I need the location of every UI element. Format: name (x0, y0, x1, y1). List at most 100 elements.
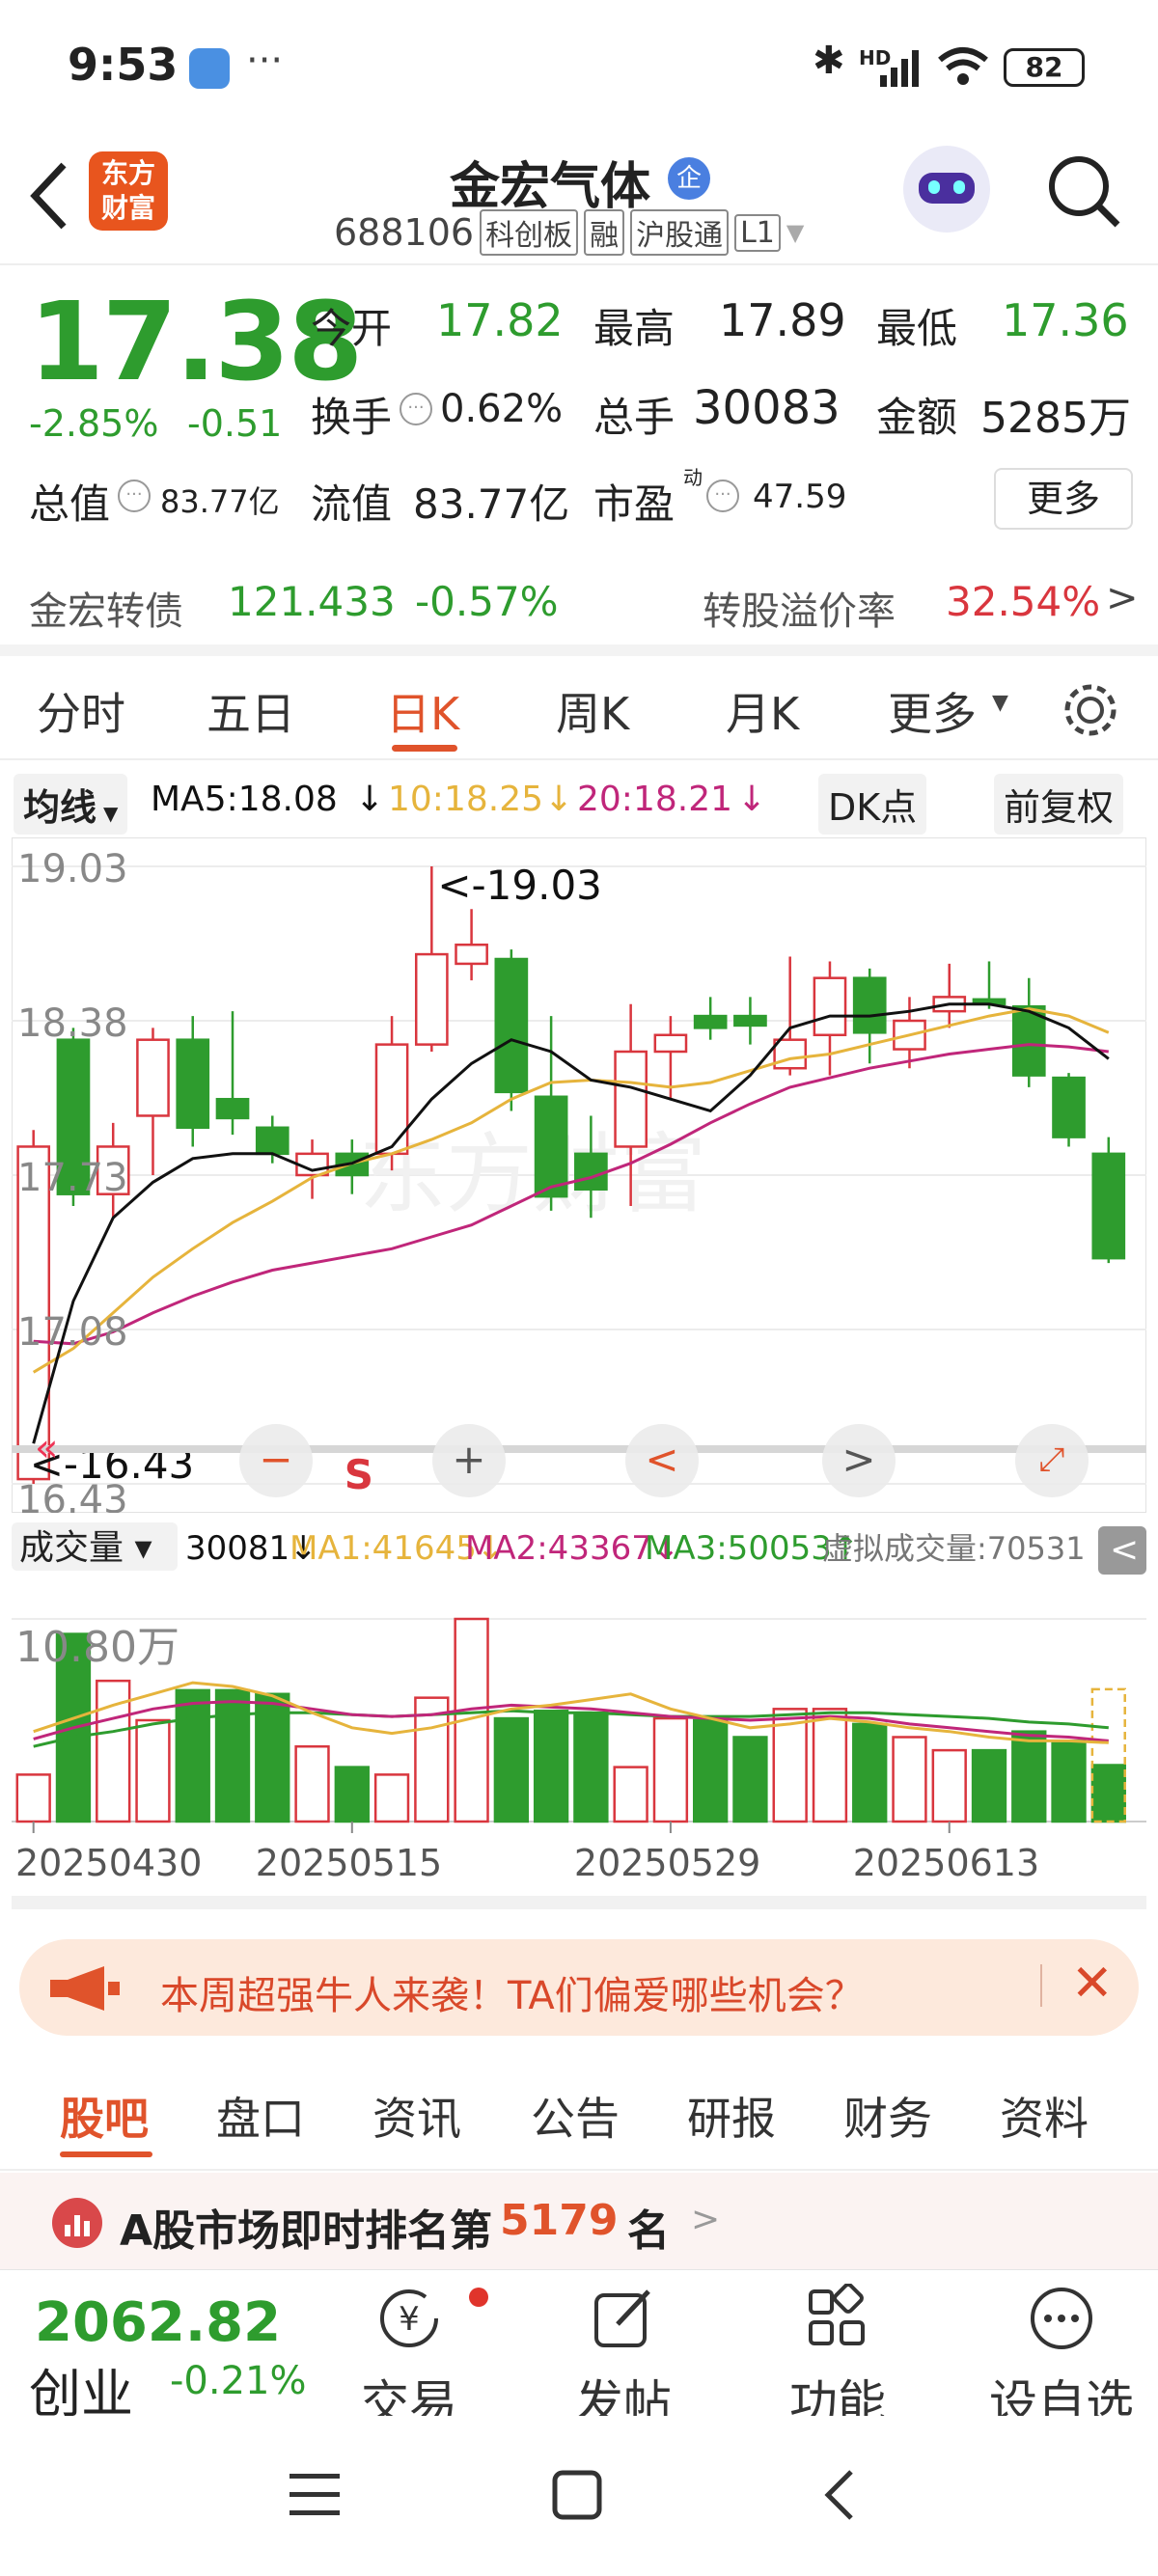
pe-dynamic-sup: 动 (683, 466, 703, 489)
tag-margin: 融 (584, 209, 625, 256)
date-axis-label: 20250430 (15, 1842, 202, 1884)
chevron-down-icon[interactable]: ▼ (786, 219, 804, 246)
tab-weekly-k[interactable]: 周K (556, 679, 629, 743)
turnover-label: 换手 (311, 394, 393, 441)
tab-more[interactable]: 更多 (888, 679, 977, 743)
app-notification-icon (189, 48, 230, 89)
scroll-right-button[interactable]: > (822, 1424, 896, 1497)
sell-signal-marker: S (345, 1451, 373, 1498)
menu-icon[interactable] (286, 2470, 344, 2520)
bluetooth-icon: ✱ (813, 39, 845, 83)
info-icon[interactable]: ··· (400, 393, 432, 425)
high-value: 17.89 (719, 294, 846, 346)
candle-down (1091, 1152, 1126, 1260)
fullscreen-icon[interactable]: ⤢ (1015, 1424, 1089, 1497)
virtual-volume: 虚拟成交量:70531 (822, 1530, 1086, 1567)
promo-banner[interactable]: 本周超强牛人来袭！TA们偏爱哪些机会？ ✕ (19, 1939, 1139, 2036)
ma-selector[interactable]: 均线 ▼ (14, 774, 128, 835)
tab-five-day[interactable]: 五日 (207, 679, 295, 743)
trade-button[interactable]: ¥ 交易 (332, 2270, 486, 2434)
high-marker: <-19.03 (437, 862, 602, 909)
tab-finance[interactable]: 财务 (843, 2084, 932, 2148)
home-icon[interactable] (550, 2468, 604, 2522)
change-percent: -2.85% (29, 402, 159, 445)
post-button[interactable]: 发帖 (546, 2270, 701, 2434)
tab-guba[interactable]: 股吧 (60, 2084, 149, 2148)
tab-news[interactable]: 资讯 (372, 2084, 461, 2148)
candle-down (176, 1038, 210, 1130)
ma10-value: 10:18.25 (388, 780, 543, 819)
adjust-button[interactable]: 前复权 (994, 774, 1124, 835)
down-arrow-icon: ↓ (355, 780, 385, 819)
chevron-right-icon[interactable]: > (1106, 576, 1139, 620)
volume-bar-up (652, 1716, 689, 1823)
tab-intraday[interactable]: 分时 (37, 679, 125, 743)
candle-up (374, 1043, 409, 1156)
add-favorite-icon (1031, 2288, 1092, 2349)
chart-left-double-arrow-icon[interactable]: « (35, 1426, 58, 1470)
add-favorite-button[interactable]: 设自选 (975, 2270, 1148, 2434)
close-icon[interactable]: ✕ (1071, 1955, 1114, 2013)
convertible-bond-row[interactable]: 金宏转债 121.433 -0.57% 转股溢价率 32.54% > (0, 555, 1158, 656)
volume-axis-label: 10.80万 (15, 1623, 179, 1672)
volume-bar-up (812, 1708, 848, 1823)
more-button[interactable]: 更多 (994, 468, 1133, 530)
tab-announcement[interactable]: 公告 (531, 2084, 620, 2148)
system-nav-bar (0, 2416, 1158, 2576)
tab-pankou[interactable]: 盘口 (216, 2084, 305, 2148)
bond-change: -0.57% (415, 578, 559, 625)
more-notifications-icon: ··· (246, 39, 284, 83)
chevron-down-icon: ▼ (96, 802, 119, 825)
float-cap-value: 83.77亿 (413, 480, 570, 528)
info-icon[interactable]: ··· (706, 480, 739, 512)
candle-up (136, 1038, 170, 1117)
chart-control-bar (12, 1445, 1146, 1453)
eastmoney-logo[interactable]: 东方财富 (89, 151, 168, 231)
content-tabs: 股吧 盘口 资讯 公告 研报 财务 资料 (0, 2055, 1158, 2171)
stock-name: 金宏气体 (450, 158, 651, 216)
candle-up (614, 1050, 648, 1148)
tab-research[interactable]: 研报 (687, 2084, 776, 2148)
grid-function-icon (809, 2283, 865, 2345)
price-axis-label: 19.03 (17, 847, 128, 891)
candle-down (494, 957, 529, 1094)
clock: 9:53 (68, 39, 179, 91)
back-arrow-icon[interactable] (25, 159, 73, 233)
tab-daily-k[interactable]: 日K (386, 679, 459, 743)
volume-bar-down (852, 1722, 888, 1823)
market-rank-row[interactable]: A股市场即时排名第 5179 名 > (0, 2173, 1158, 2269)
enterprise-badge: 企 (668, 157, 710, 200)
premium-value: 32.54% (946, 578, 1101, 625)
low-value: 17.36 (1002, 294, 1129, 346)
volume-chart[interactable]: 成交量 ▾ 30081↓MA1:41645↓MA2:43367↓MA3:50053… (12, 1515, 1146, 1920)
scroll-left-button[interactable]: < (625, 1424, 699, 1497)
settings-gear-icon[interactable] (1060, 679, 1121, 741)
volume-bar-down (533, 1710, 569, 1823)
market-cap-label: 总值 (29, 480, 111, 528)
search-icon[interactable] (1044, 151, 1125, 233)
info-icon[interactable]: ··· (118, 480, 151, 512)
chevron-down-icon[interactable]: ▼ (992, 691, 1008, 715)
back-icon[interactable] (820, 2468, 859, 2522)
tab-profile[interactable]: 资料 (1000, 2084, 1089, 2148)
bond-name: 金宏转债 (29, 589, 183, 634)
stock-header: 东方财富 金宏气体 企 688106 科创板 融 沪股通 L1 ▼ (0, 140, 1158, 265)
dk-point-button[interactable]: DK点 (818, 774, 927, 835)
high-label: 最高 (593, 305, 676, 352)
zoom-out-button[interactable]: − (239, 1424, 313, 1497)
index-value: 2062.82 (35, 2291, 282, 2354)
candle-down (574, 1152, 608, 1192)
function-button[interactable]: 功能 (760, 2270, 915, 2434)
candle-down (534, 1095, 568, 1198)
price-axis-label: 17.73 (17, 1156, 128, 1200)
candlestick-chart[interactable]: 东方财富19.0318.3817.7317.0816.43<-19.03<-16… (12, 837, 1146, 1513)
index-ticker[interactable]: 2062.82 创业 -0.21% (0, 2270, 328, 2425)
open-label: 今开 (311, 305, 393, 352)
volume-bar-up (613, 1766, 648, 1823)
period-tabs: 分时 五日 日K 周K 月K 更多 ▼ (0, 656, 1158, 760)
robot-assistant-avatar[interactable] (903, 146, 990, 233)
zoom-in-button[interactable]: + (432, 1424, 506, 1497)
tab-monthly-k[interactable]: 月K (726, 679, 799, 743)
ma5-value: MA5:18.08 (151, 780, 338, 819)
tag-level1[interactable]: L1 (734, 213, 781, 252)
